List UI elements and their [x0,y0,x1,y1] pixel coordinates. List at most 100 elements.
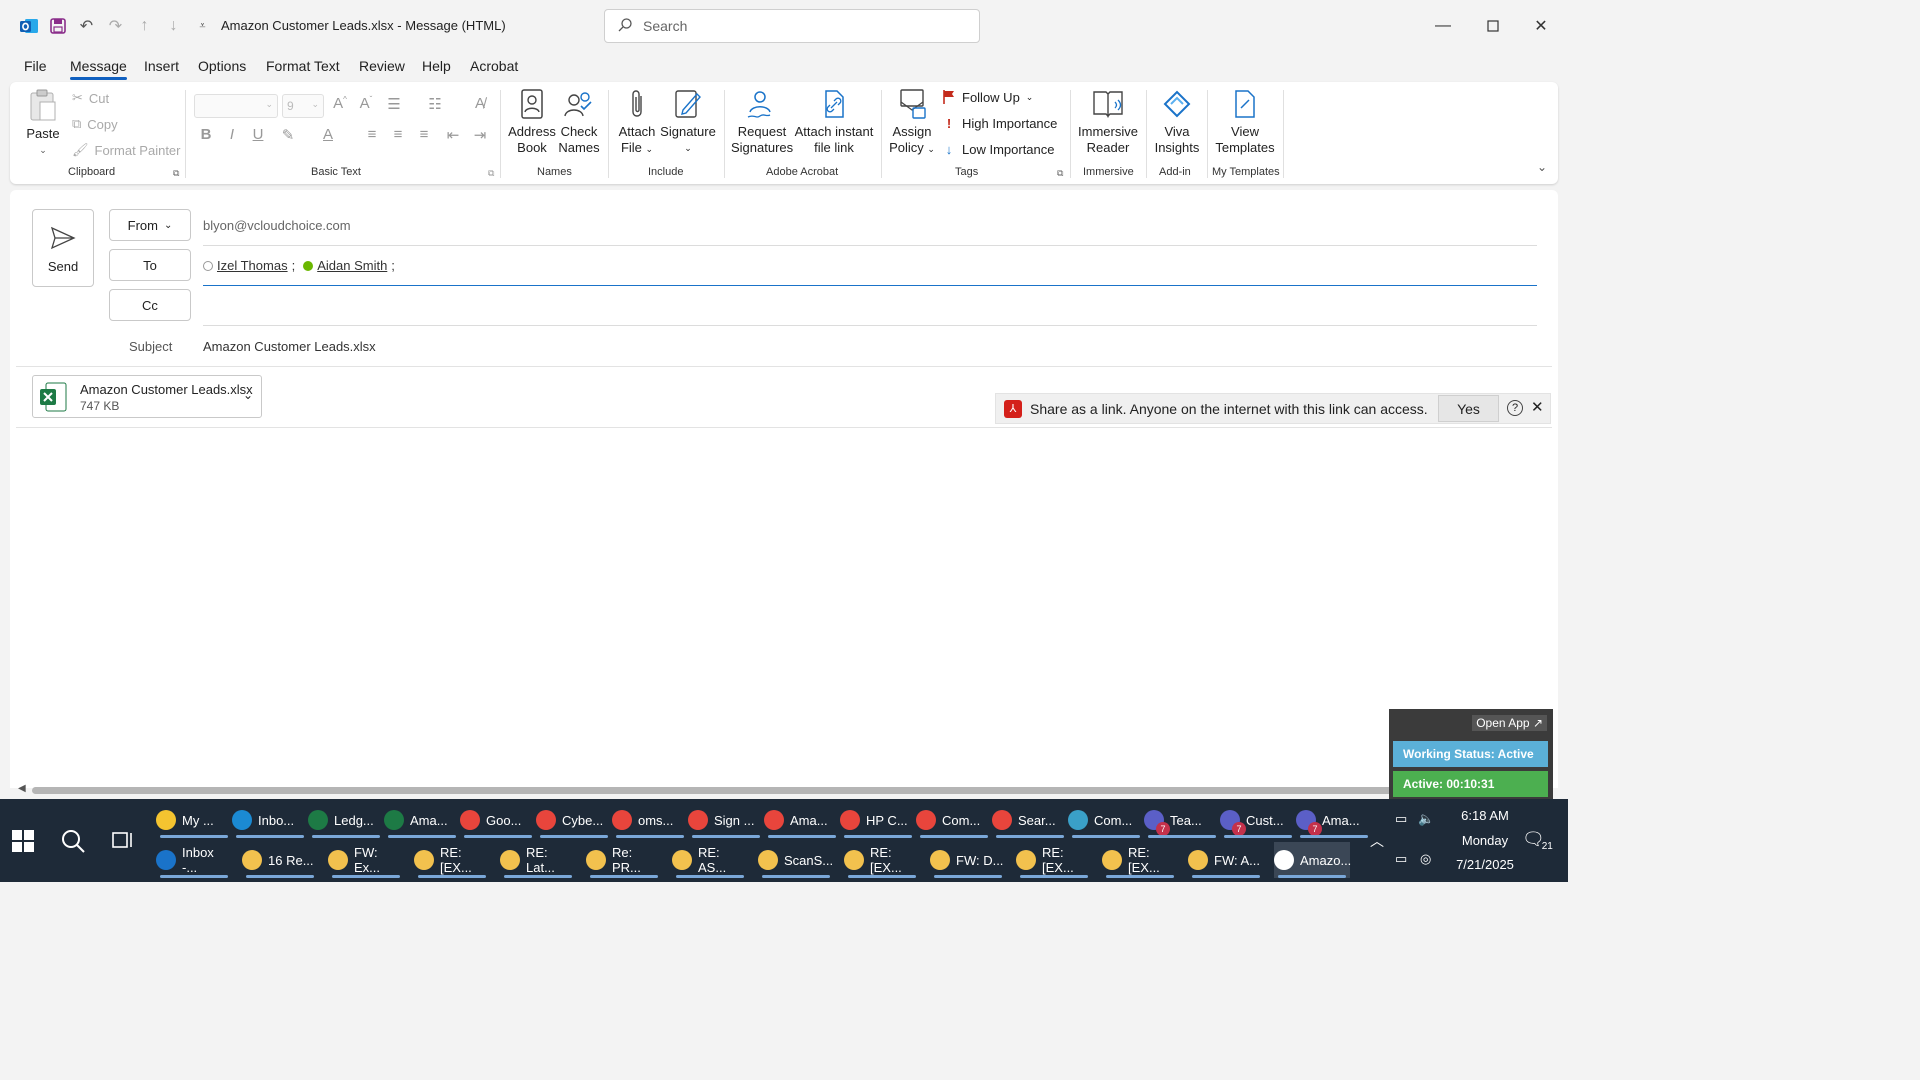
chevron-down-icon[interactable]: ⌄ [243,388,253,402]
taskbar-window-item[interactable]: Com... [1068,802,1144,838]
attach-file-button[interactable]: Attach File ⌄ [615,88,659,157]
down-arrow-icon[interactable]: ↓ [159,14,188,38]
clock-date[interactable]: 7/21/2025 [1443,857,1527,872]
taskbar-window-item[interactable]: 7 Cust... [1220,802,1296,838]
taskbar-window-item[interactable]: Amazo... [1274,842,1351,878]
taskbar-window-item[interactable]: Inbox -... [156,842,232,878]
attachment-card[interactable]: Amazon Customer Leads.xlsx 747 KB ⌄ [32,375,262,418]
underline-icon[interactable]: U [248,126,268,146]
ribbon-collapse-icon[interactable]: ⌄ [1537,160,1547,174]
tab-file[interactable]: File [24,58,47,74]
network-icon[interactable]: ▭ [1395,851,1407,867]
taskbar-window-item[interactable]: RE: [EX... [1016,842,1092,878]
close-icon[interactable]: ✕ [1529,14,1553,38]
open-app-button[interactable]: Open App ↗ [1472,715,1547,731]
viva-insights-button[interactable]: Viva Insights [1152,88,1202,156]
volume-icon[interactable]: 🔈 [1418,811,1434,827]
send-button[interactable]: Send [32,209,94,287]
immersive-reader-button[interactable]: Immersive Reader [1077,88,1139,156]
minimize-icon[interactable]: — [1431,14,1455,38]
help-icon[interactable]: ? [1507,400,1523,416]
copy-button[interactable]: ⧉ Copy [72,116,118,132]
customize-qat-icon[interactable]: ⩡ [188,14,217,38]
taskbar-window-item[interactable]: My ... [156,802,232,838]
taskbar-window-item[interactable]: Ama... [764,802,840,838]
tab-review[interactable]: Review [359,58,405,74]
taskbar-window-item[interactable]: HP C... [840,802,916,838]
paste-button[interactable]: Paste ⌄ [24,88,62,158]
taskbar-window-item[interactable]: RE: [EX... [844,842,920,878]
taskbar-window-item[interactable]: oms... [612,802,688,838]
align-right-icon[interactable]: ≡ [414,126,434,146]
request-signatures-button[interactable]: Request Signatures [731,88,793,156]
save-icon[interactable] [43,14,72,38]
align-left-icon[interactable]: ≡ [362,126,382,146]
taskbar-window-item[interactable]: ScanS... [758,842,834,878]
taskbar-window-item[interactable]: FW: D... [930,842,1006,878]
numbering-icon[interactable]: ☷ [425,95,445,115]
taskbar-window-item[interactable]: Re: PR... [586,842,662,878]
close-icon[interactable]: ✕ [1531,398,1544,416]
to-field[interactable]: Izel Thomas; Aidan Smith; [203,258,395,273]
align-center-icon[interactable]: ≡ [388,126,408,146]
basic-text-launcher-icon[interactable]: ⧉ [488,168,494,179]
taskbar-window-item[interactable]: 7 Tea... [1144,802,1220,838]
tab-acrobat[interactable]: Acrobat [470,58,518,74]
clock-time[interactable]: 6:18 AM [1450,808,1520,823]
battery-icon[interactable]: ▭ [1395,811,1407,827]
taskbar-window-item[interactable]: RE: [EX... [1102,842,1178,878]
tab-help[interactable]: Help [422,58,451,74]
subject-field[interactable]: Amazon Customer Leads.xlsx [203,339,376,354]
taskbar-window-item[interactable]: Ama... [384,802,460,838]
cc-button[interactable]: Cc [109,289,191,321]
taskbar-window-item[interactable]: RE: AS... [672,842,748,878]
bullets-icon[interactable]: ☰ [384,95,404,115]
address-book-button[interactable]: Address Book [508,88,556,156]
attach-instant-link-button[interactable]: Attach instant file link [794,88,874,156]
taskbar-window-item[interactable]: FW: A... [1188,842,1264,878]
taskbar-window-item[interactable]: RE: Lat... [500,842,576,878]
highlight-icon[interactable]: ✎ [278,126,298,146]
italic-icon[interactable]: I [222,126,242,146]
clipboard-launcher-icon[interactable]: ⧉ [173,168,179,179]
maximize-icon[interactable] [1481,14,1505,38]
tab-options[interactable]: Options [198,58,246,74]
horizontal-scrollbar[interactable]: ◀ [14,782,1392,798]
follow-up-button[interactable]: Follow Up ⌄ [942,89,1033,105]
recipient-izel-thomas[interactable]: Izel Thomas [217,258,288,273]
grow-font-icon[interactable]: A^ [330,95,350,115]
yes-button[interactable]: Yes [1438,395,1499,422]
clear-formatting-icon[interactable]: A̸ [470,95,490,115]
taskbar-window-item[interactable]: Goo... [460,802,536,838]
scrollbar-thumb[interactable] [32,787,1392,794]
notification-center-icon[interactable]: 🗨 21 [1522,829,1553,852]
taskbar-window-item[interactable]: Sear... [992,802,1068,838]
assign-policy-button[interactable]: Assign Policy ⌄ [888,88,936,157]
signature-button[interactable]: Signature ⌄ [660,88,716,156]
view-templates-button[interactable]: View Templates [1213,88,1277,156]
cut-button[interactable]: ✂ Cut [72,90,109,106]
low-importance-button[interactable]: ↓ Low Importance [942,142,1055,157]
undo-icon[interactable]: ↶ [72,14,101,38]
scroll-left-icon[interactable]: ◀ [18,783,26,794]
windows-start-icon[interactable] [12,830,34,855]
tab-message[interactable]: Message [70,58,127,80]
check-names-button[interactable]: Check Names [556,88,602,156]
font-name-select[interactable]: ⌄ [194,94,278,118]
format-painter-button[interactable]: 🖌 Format Painter [72,142,181,158]
up-arrow-icon[interactable]: ↑ [130,14,159,38]
tab-insert[interactable]: Insert [144,58,179,74]
high-importance-button[interactable]: ! High Importance [942,116,1058,131]
taskbar-window-item[interactable]: RE: [EX... [414,842,490,878]
tags-launcher-icon[interactable]: ⧉ [1057,168,1063,179]
taskbar-window-item[interactable]: Cybe... [536,802,612,838]
taskbar-window-item[interactable]: Com... [916,802,992,838]
taskbar-search-icon[interactable] [60,828,86,857]
decrease-indent-icon[interactable]: ⇤ [443,126,463,146]
increase-indent-icon[interactable]: ⇥ [470,126,490,146]
redo-icon[interactable]: ↷ [101,14,130,38]
clock-day[interactable]: Monday [1450,833,1520,848]
to-button[interactable]: To [109,249,191,281]
display-icon[interactable]: ◎ [1420,851,1431,867]
from-button[interactable]: From ⌄ [109,209,191,241]
